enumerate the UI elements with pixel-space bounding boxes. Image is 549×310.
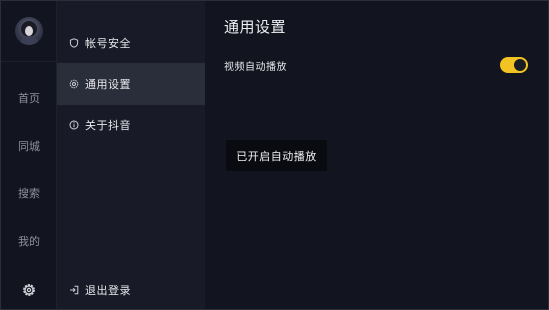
- logout-icon: [70, 285, 79, 295]
- toast-message: 已开启自动播放: [226, 140, 327, 171]
- menu-item-general-settings[interactable]: 通用设置: [57, 63, 205, 105]
- autoplay-label: 视频自动播放: [224, 61, 287, 73]
- rail-item-me[interactable]: 我的: [1, 233, 57, 249]
- menu-item-account-security[interactable]: 帐号安全: [57, 22, 205, 64]
- logout-button[interactable]: 退出登录: [57, 269, 205, 310]
- toggle-knob: [514, 59, 526, 71]
- settings-content: 通用设置 视频自动播放 已开启自动播放: [205, 1, 548, 309]
- autoplay-toggle[interactable]: [500, 57, 528, 73]
- rail-item-search[interactable]: 搜索: [1, 185, 57, 201]
- info-icon: [69, 120, 79, 130]
- gear-icon[interactable]: [21, 282, 37, 298]
- page-title: 通用设置: [224, 18, 287, 36]
- avatar-face: [25, 26, 33, 36]
- menu-item-label: 关于抖音: [85, 119, 131, 132]
- menu-item-label: 通用设置: [85, 78, 131, 91]
- avatar-body: [20, 36, 38, 45]
- menu-item-label: 帐号安全: [85, 37, 131, 50]
- nav-rail: 首页 同城 搜索 我的: [1, 1, 57, 309]
- rail-item-home[interactable]: 首页: [1, 90, 57, 106]
- avatar[interactable]: [15, 17, 43, 45]
- menu-item-about[interactable]: 关于抖音: [57, 104, 205, 146]
- settings-menu: 帐号安全 通用设置 关于抖音 退出登录: [57, 1, 205, 309]
- logout-label: 退出登录: [85, 284, 131, 297]
- shield-icon: [69, 38, 79, 48]
- rail-divider: [1, 61, 56, 62]
- rail-item-nearby[interactable]: 同城: [1, 138, 57, 154]
- gear-icon: [69, 79, 79, 89]
- app-window: 首页 同城 搜索 我的 帐号安全 通用设置 关于抖音 退出登录 通用设置 视频自…: [0, 0, 549, 310]
- setting-row-autoplay: 视频自动播放: [224, 53, 528, 77]
